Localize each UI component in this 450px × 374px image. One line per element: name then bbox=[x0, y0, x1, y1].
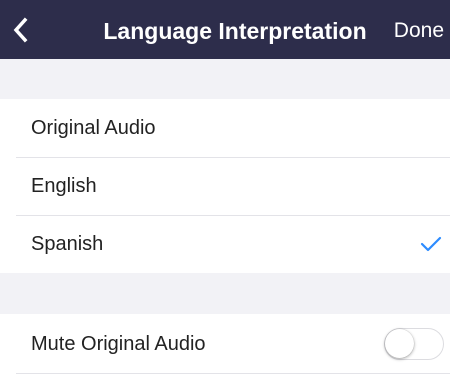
section-spacer bbox=[0, 273, 450, 314]
done-button[interactable]: Done bbox=[394, 0, 444, 59]
language-option-spanish[interactable]: Spanish bbox=[0, 215, 450, 273]
language-interpretation-screen: Language Interpretation Done Original Au… bbox=[0, 0, 450, 374]
language-list: Original Audio English Spanish bbox=[0, 99, 450, 273]
page-title: Language Interpretation bbox=[103, 18, 367, 44]
mute-settings-group: Mute Original Audio bbox=[0, 314, 450, 374]
mute-original-audio-row: Mute Original Audio bbox=[0, 314, 450, 374]
language-option-label: Original Audio bbox=[31, 116, 156, 139]
language-option-label: English bbox=[31, 174, 97, 197]
toggle-knob bbox=[385, 329, 414, 358]
checkmark-icon bbox=[420, 236, 442, 252]
language-option-label: Spanish bbox=[31, 232, 104, 255]
navigation-bar: Language Interpretation Done bbox=[0, 0, 450, 59]
mute-original-audio-toggle[interactable] bbox=[384, 328, 444, 360]
language-option-english[interactable]: English bbox=[0, 157, 450, 215]
language-option-original-audio[interactable]: Original Audio bbox=[0, 99, 450, 157]
back-button[interactable] bbox=[12, 10, 48, 50]
chevron-left-icon bbox=[13, 17, 28, 43]
section-spacer bbox=[0, 59, 450, 99]
mute-original-audio-label: Mute Original Audio bbox=[31, 332, 206, 355]
